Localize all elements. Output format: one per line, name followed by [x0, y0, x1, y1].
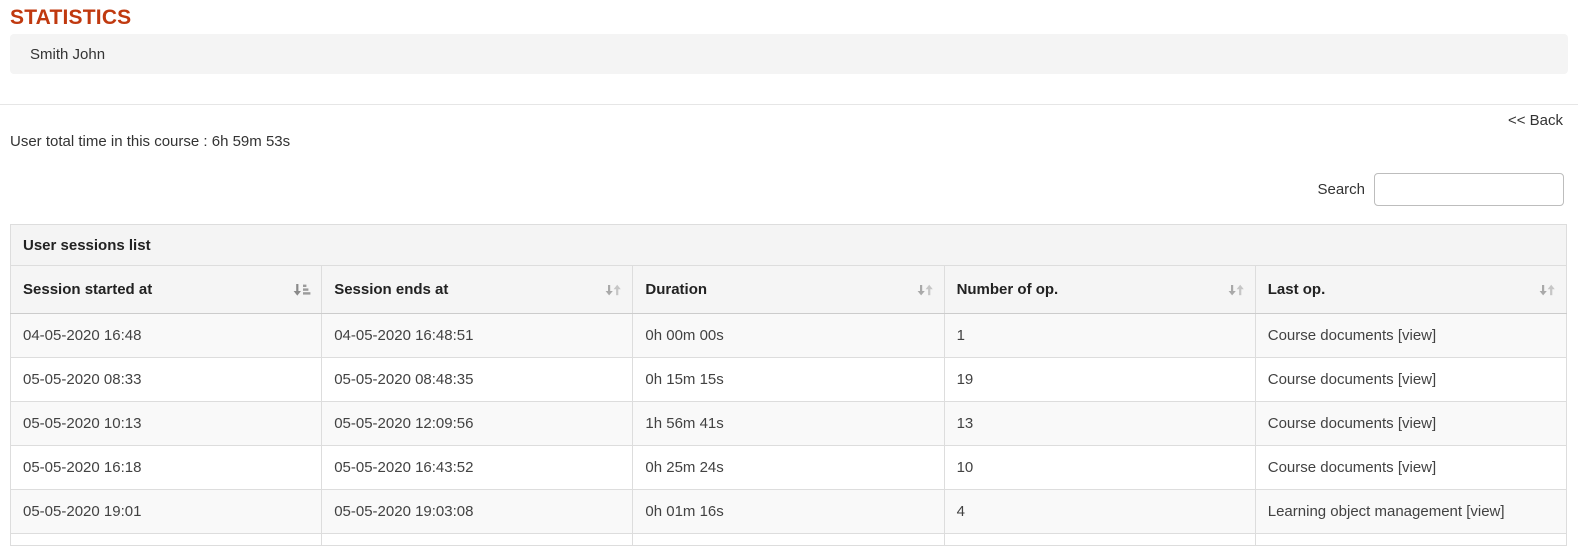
cell-number-of-op: 19 [943, 357, 1256, 402]
cell-session-started: 05-05-2020 08:33 [9, 357, 323, 402]
sort-both-icon[interactable] [1227, 282, 1245, 298]
cell-last-op: Course documents [view] [1254, 357, 1568, 402]
cell-number-of-op: 13 [943, 401, 1256, 446]
total-time-text: User total time in this course : 6h 59m … [10, 133, 291, 150]
page-title: STATISTICS [10, 6, 132, 29]
table-row: 05-05-2020 19:01 05-05-2020 19:03:08 0h … [9, 489, 1568, 534]
user-name-bar: Smith John [10, 34, 1568, 74]
cell-session-ends: 04-05-2020 16:48:51 [321, 313, 634, 358]
cell-duration: 0h 01m 16s [632, 489, 945, 534]
user-name: Smith John [30, 45, 106, 63]
search-label: Search [1317, 181, 1365, 198]
cell-duration: 0h 25m 24s [632, 445, 945, 490]
cell-last-op: Course documents [view] [1254, 401, 1568, 446]
table-row: 05-05-2020 08:33 05-05-2020 08:48:35 0h … [9, 357, 1568, 402]
cell-session-started: 05-05-2020 19:01 [9, 489, 323, 534]
cell-number-of-op: 4 [943, 489, 1256, 534]
sort-both-icon[interactable] [604, 282, 622, 298]
cell-session-ends: 05-05-2020 12:09:56 [321, 401, 634, 446]
cell-session-started: 05-05-2020 10:13 [9, 401, 323, 446]
table-row: 05-05-2020 16:18 05-05-2020 16:43:52 0h … [9, 445, 1568, 490]
cell-duration: 0h 15m 15s [632, 357, 945, 402]
cell-session-ends: 05-05-2020 08:48:35 [321, 357, 634, 402]
cell-duration: 1h 56m 41s [632, 401, 945, 446]
column-header-duration[interactable]: Duration [632, 265, 945, 314]
column-header-number-of-op[interactable]: Number of op. [943, 265, 1256, 314]
cell-duration: 0h 00m 00s [632, 313, 945, 358]
cell-last-op: Learning object management [view] [1254, 489, 1568, 534]
search-bar: Search [1317, 173, 1564, 206]
column-header-session-started[interactable]: Session started at [9, 265, 323, 314]
sort-both-icon[interactable] [1538, 282, 1556, 298]
table-row: 04-05-2020 16:48 04-05-2020 16:48:51 0h … [9, 313, 1568, 358]
search-input[interactable] [1374, 173, 1564, 206]
section-divider [0, 104, 1578, 105]
table-row: 05-05-2020 10:13 05-05-2020 12:09:56 1h … [9, 401, 1568, 446]
cell-last-op: Course documents [view] [1254, 313, 1568, 358]
user-sessions-table: User sessions list Session started at Se… [9, 224, 1568, 546]
cell-session-started: 05-05-2020 16:18 [9, 445, 323, 490]
table-caption: User sessions list [10, 224, 1567, 266]
cell-number-of-op: 1 [943, 313, 1256, 358]
column-header-session-ends[interactable]: Session ends at [321, 265, 634, 314]
table-row-partial [9, 533, 1568, 546]
cell-last-op: Course documents [view] [1254, 445, 1568, 490]
back-link[interactable]: << Back [1508, 112, 1563, 129]
table-caption-row: User sessions list [10, 224, 1567, 266]
sort-both-icon[interactable] [916, 282, 934, 298]
column-header-last-op[interactable]: Last op. [1254, 265, 1568, 314]
cell-session-ends: 05-05-2020 19:03:08 [321, 489, 634, 534]
sort-amount-asc-icon[interactable] [293, 282, 311, 298]
cell-number-of-op: 10 [943, 445, 1256, 490]
cell-session-started: 04-05-2020 16:48 [9, 313, 323, 358]
cell-session-ends: 05-05-2020 16:43:52 [321, 445, 634, 490]
table-header-row: Session started at Session ends at Durat… [9, 265, 1568, 314]
